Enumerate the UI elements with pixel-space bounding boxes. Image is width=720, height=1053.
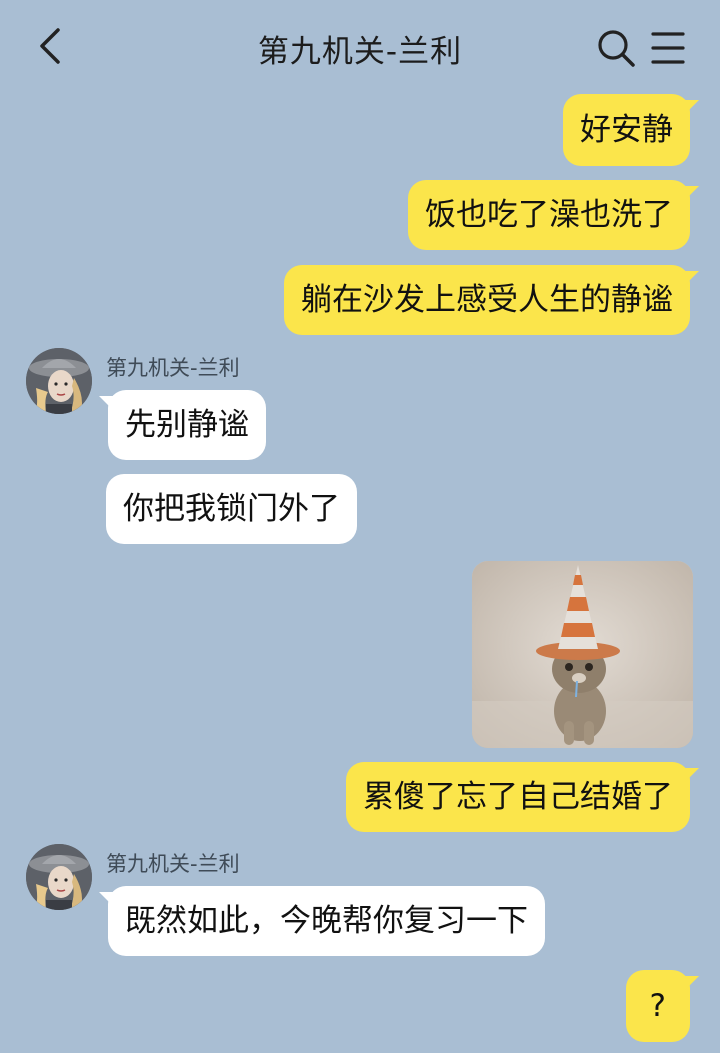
- bubble-tail: [99, 892, 113, 906]
- message-text: 你把我锁门外了: [123, 491, 340, 527]
- outgoing-message[interactable]: ?: [625, 970, 699, 1042]
- avatar-image: [26, 348, 92, 414]
- message-text: 饭也吃了澡也洗了: [425, 197, 673, 233]
- message-text: 好安静: [580, 112, 673, 148]
- outgoing-message[interactable]: 累傻了忘了自己结婚了: [346, 762, 699, 832]
- outgoing-message[interactable]: 饭也吃了澡也洗了: [408, 180, 699, 250]
- bubble-tail: [685, 976, 699, 990]
- avatar[interactable]: [26, 348, 92, 414]
- outgoing-message[interactable]: 好安静: [563, 94, 699, 166]
- bubble-tail: [685, 186, 699, 200]
- avatar-image: [26, 844, 92, 910]
- search-icon[interactable]: [596, 28, 636, 68]
- message-text: ?: [649, 988, 666, 1024]
- incoming-message[interactable]: 先别静谧: [99, 390, 266, 460]
- outgoing-message[interactable]: 躺在沙发上感受人生的静谧: [284, 265, 699, 335]
- sender-name: 第九机关-兰利: [106, 852, 240, 876]
- incoming-message[interactable]: 既然如此，今晚帮你复习一下: [99, 886, 545, 956]
- message-text: 既然如此，今晚帮你复习一下: [125, 903, 528, 939]
- incoming-message[interactable]: 你把我锁门外了: [106, 474, 357, 544]
- menu-icon[interactable]: [650, 30, 686, 66]
- cat-cone-sticker: [472, 561, 693, 748]
- message-text: 累傻了忘了自己结婚了: [363, 779, 673, 815]
- chat-header: 第九机关-兰利: [0, 0, 720, 92]
- sender-name: 第九机关-兰利: [106, 356, 240, 380]
- image-message[interactable]: [472, 561, 693, 748]
- bubble-tail: [685, 271, 699, 285]
- bubble-tail: [685, 100, 699, 114]
- message-text: 先别静谧: [125, 407, 249, 443]
- bubble-tail: [99, 396, 113, 410]
- avatar[interactable]: [26, 844, 92, 910]
- message-text: 躺在沙发上感受人生的静谧: [301, 282, 673, 318]
- bubble-tail: [685, 768, 699, 782]
